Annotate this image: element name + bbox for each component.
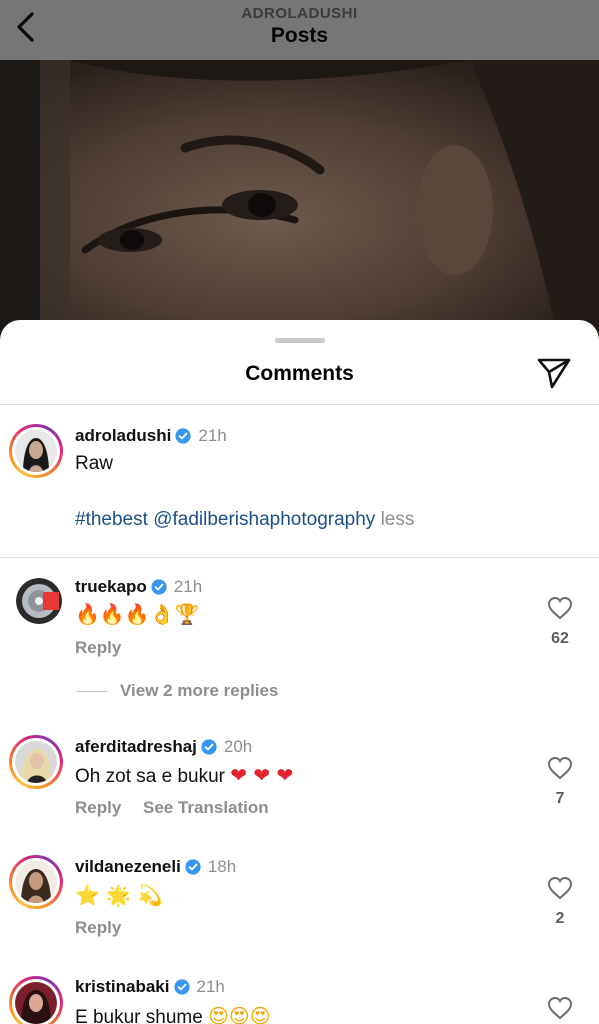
caption-divider (0, 557, 599, 558)
timestamp: 21h (196, 977, 225, 996)
heart-emojis: ❤ ❤ ❤ (230, 763, 294, 787)
reply-button[interactable]: Reply (75, 798, 121, 818)
like-count: 62 (551, 630, 569, 647)
send-icon[interactable] (536, 356, 572, 390)
username[interactable]: aferditadreshaj (75, 737, 197, 757)
caption-tags: #thebest @fadilberishaphotography less (75, 509, 414, 531)
comment-text: ⭐ 🌟 💫 (75, 883, 163, 907)
username[interactable]: kristinabaki (75, 977, 170, 997)
caption-header: adroladushi 21h (75, 425, 227, 447)
like-count: 7 (555, 790, 565, 807)
heart-eyes-emojis: 😍😍😍 (208, 1004, 271, 1024)
hashtag-link[interactable]: #thebest (75, 509, 148, 530)
see-translation-button[interactable]: See Translation (143, 798, 269, 818)
less-toggle[interactable]: less (381, 509, 415, 530)
page-title: Posts (270, 24, 329, 47)
post-photo (0, 60, 599, 350)
avatar[interactable] (9, 424, 63, 478)
verified-badge-icon (175, 428, 191, 444)
header-divider (0, 404, 599, 405)
comment-body: Oh zot sa e bukur (75, 766, 225, 787)
comment-text: 🔥🔥🔥👌🏆 (75, 602, 200, 626)
comment-header: truekapo 21h (75, 576, 202, 598)
sheet-title: Comments (245, 362, 354, 385)
verified-badge-icon (173, 979, 190, 995)
reply-button[interactable]: Reply (75, 638, 121, 658)
comment-body: E bukur shume (75, 1007, 203, 1024)
header-username: ADROLADUSHI (241, 5, 358, 22)
comment-text: Oh zot sa e bukur ❤ ❤ ❤ (75, 763, 293, 788)
top-nav-bar: ADROLADUSHI Posts (0, 0, 599, 60)
caption-text: Raw (75, 453, 114, 474)
sheet-drag-handle[interactable] (275, 338, 325, 343)
verified-badge-icon (185, 859, 201, 875)
comments-sheet: Comments adroladushi 21h Raw #thebest @f… (0, 320, 599, 1024)
comment-header: aferditadreshaj 20h (75, 736, 252, 758)
comment-text: E bukur shume 😍😍😍 (75, 1004, 271, 1024)
mention-link[interactable]: @fadilberishaphotography (153, 509, 375, 530)
comment-header: kristinabaki 21h (75, 976, 225, 998)
username[interactable]: truekapo (75, 577, 147, 597)
username[interactable]: vildanezeneli (75, 857, 181, 877)
like-count: 2 (555, 910, 565, 927)
timestamp: 21h (173, 577, 203, 596)
timestamp: 21h (198, 426, 227, 445)
avatar[interactable] (16, 578, 62, 624)
avatar[interactable] (9, 855, 63, 909)
view-more-replies-label: View 2 more replies (120, 681, 279, 700)
reply-button[interactable]: Reply (75, 918, 121, 938)
timestamp: 20h (223, 737, 253, 756)
username[interactable]: adroladushi (75, 426, 171, 446)
heart-outline-icon[interactable] (547, 996, 573, 1020)
view-more-replies-button[interactable]: View 2 more replies (76, 681, 278, 701)
verified-badge-icon (201, 739, 217, 755)
comment-header: vildanezeneli 18h (75, 856, 236, 878)
heart-outline-icon[interactable] (547, 596, 573, 620)
timestamp: 18h (207, 857, 237, 876)
verified-badge-icon (151, 579, 167, 595)
avatar[interactable] (9, 735, 63, 789)
heart-outline-icon[interactable] (547, 756, 573, 780)
avatar[interactable] (9, 976, 63, 1024)
heart-outline-icon[interactable] (547, 876, 573, 900)
